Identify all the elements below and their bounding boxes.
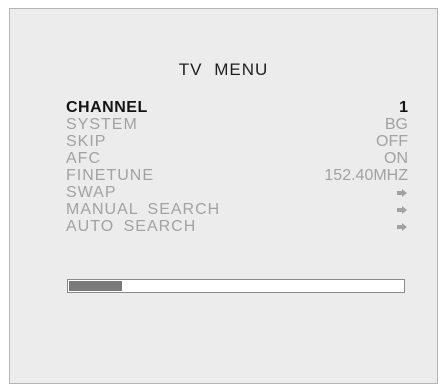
menu-item-value: 152.40MHZ: [324, 167, 408, 184]
menu-item-finetune[interactable]: FINETUNE 152.40MHZ: [66, 167, 408, 184]
right-arrow-icon: [397, 205, 407, 214]
menu-item-label: CHANNEL: [66, 99, 148, 116]
menu-item-system[interactable]: SYSTEM BG: [66, 116, 408, 133]
menu-item-value: 1: [399, 99, 408, 116]
menu-item-swap[interactable]: SWAP: [66, 184, 408, 201]
menu-item-label: AFC: [66, 150, 101, 167]
menu-title: TV MENU: [178, 60, 269, 79]
menu-item-label: SWAP: [66, 184, 117, 201]
menu-item-label: SKIP: [66, 133, 107, 150]
menu-item-channel[interactable]: CHANNEL 1: [66, 99, 408, 116]
search-progress-bar: [67, 279, 405, 293]
right-arrow-icon: [397, 222, 407, 231]
menu-item-auto-search[interactable]: AUTO SEARCH: [66, 218, 408, 235]
right-arrow-icon: [397, 188, 407, 197]
menu-item-value: BG: [384, 116, 408, 133]
menu-item-label: FINETUNE: [66, 167, 154, 184]
menu-item-label: SYSTEM: [66, 116, 138, 133]
menu-item-manual-search[interactable]: MANUAL SEARCH: [66, 201, 408, 218]
tv-menu-panel: TV MENU CHANNEL 1 SYSTEM BG SKIP OFF AFC…: [9, 8, 438, 384]
menu-item-value: OFF: [376, 133, 408, 150]
menu-item-value: ON: [384, 150, 408, 167]
menu-item-skip[interactable]: SKIP OFF: [66, 133, 408, 150]
menu-item-label: MANUAL SEARCH: [66, 201, 221, 218]
menu-item-label: AUTO SEARCH: [66, 218, 197, 235]
menu-list: CHANNEL 1 SYSTEM BG SKIP OFF AFC ON FINE…: [66, 99, 408, 235]
search-progress-fill: [69, 281, 123, 291]
menu-item-afc[interactable]: AFC ON: [66, 150, 408, 167]
